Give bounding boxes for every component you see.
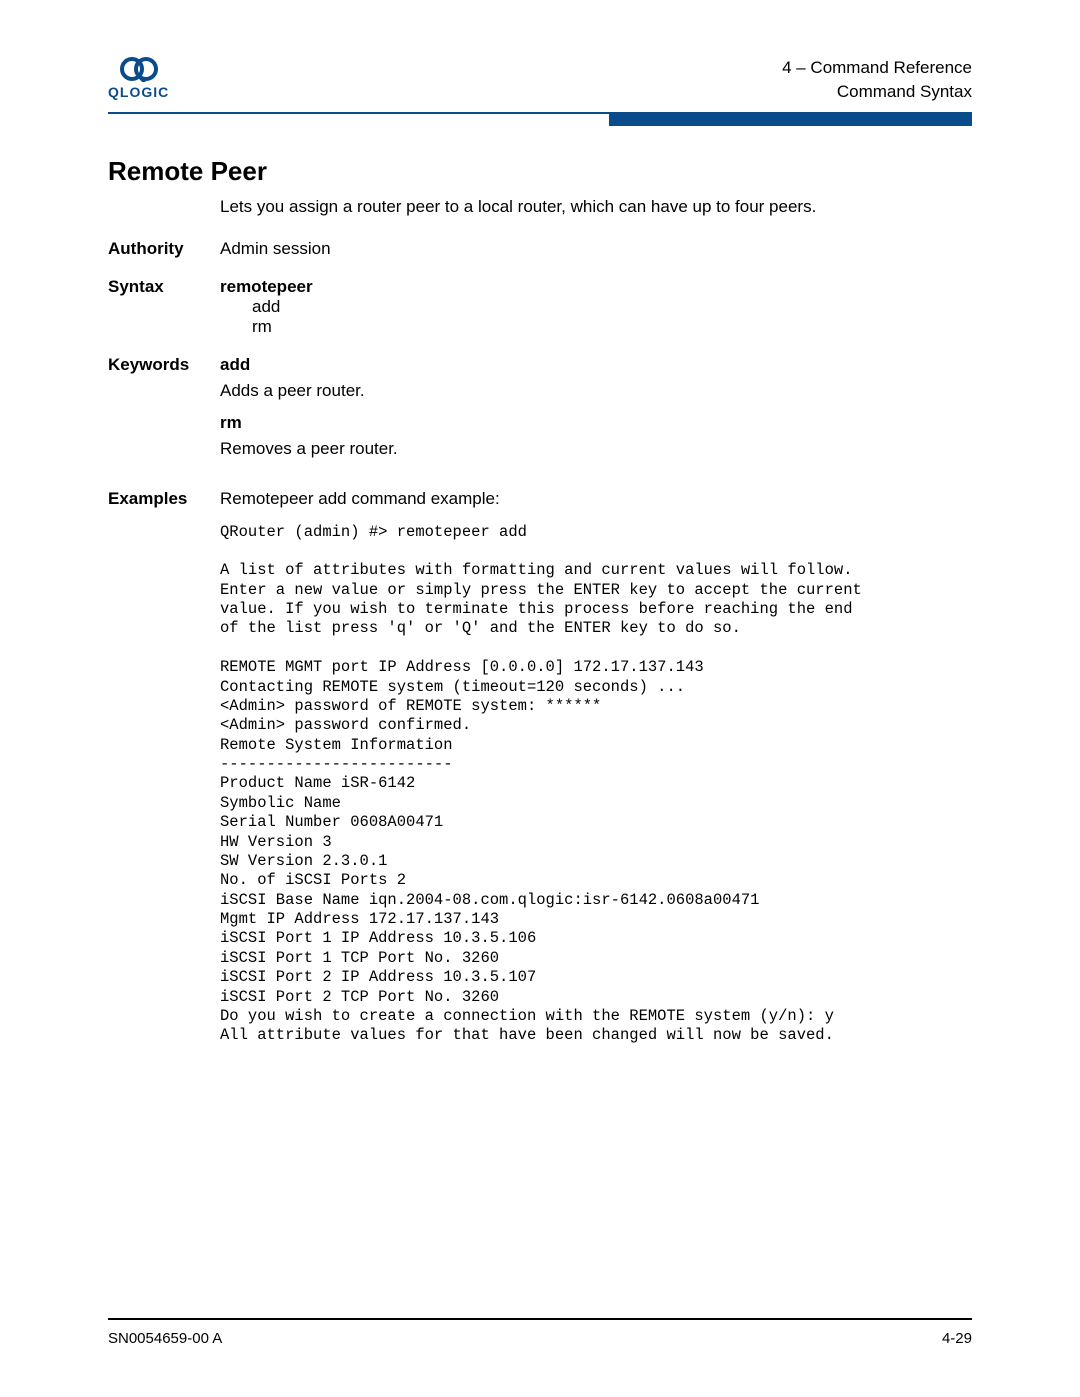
keyword-add-name: add (220, 355, 972, 375)
syntax-sub-add: add (252, 297, 972, 317)
syntax-command: remotepeer (220, 277, 972, 297)
keyword-rm-name: rm (220, 413, 972, 433)
syntax-sub-rm: rm (252, 317, 972, 337)
page-footer: SN0054659-00 A 4-29 (108, 1318, 972, 1347)
header-subsection: Command Syntax (782, 80, 972, 104)
authority-value: Admin session (220, 239, 972, 259)
authority-label: Authority (108, 239, 220, 259)
syntax-label: Syntax (108, 277, 220, 297)
header-section-info: 4 – Command Reference Command Syntax (782, 56, 972, 104)
logo-text: QLOGIC (108, 84, 169, 100)
example-code-block: QRouter (admin) #> remotepeer add A list… (220, 523, 972, 1046)
keyword-add-desc: Adds a peer router. (220, 381, 972, 401)
qlogic-logo: QLOGIC (108, 56, 169, 100)
keyword-add: add Adds a peer router. (220, 355, 972, 401)
keyword-rm: rm Removes a peer router. (220, 413, 972, 459)
syntax-row: Syntax remotepeer add rm (108, 277, 972, 337)
header-chapter: 4 – Command Reference (782, 56, 972, 80)
keywords-label: Keywords (108, 355, 220, 375)
page-title: Remote Peer (108, 156, 972, 187)
keyword-rm-desc: Removes a peer router. (220, 439, 972, 459)
examples-label: Examples (108, 489, 220, 509)
authority-row: Authority Admin session (108, 239, 972, 259)
examples-intro: Remotepeer add command example: (220, 489, 972, 509)
footer-page-num: 4-29 (942, 1330, 972, 1347)
examples-row: Examples Remotepeer add command example:… (108, 489, 972, 1046)
footer-doc-id: SN0054659-00 A (108, 1330, 222, 1347)
keywords-row: Keywords add Adds a peer router. rm Remo… (108, 355, 972, 471)
header-rule (108, 112, 972, 126)
logo-mark-icon (119, 56, 159, 82)
intro-text: Lets you assign a router peer to a local… (220, 197, 972, 217)
